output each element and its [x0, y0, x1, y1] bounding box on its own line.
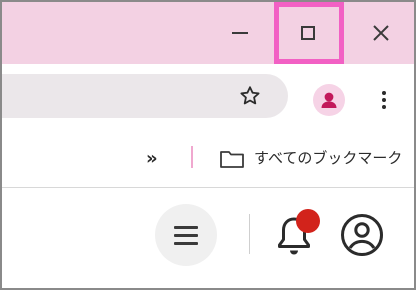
toolbar-background [2, 64, 414, 128]
minimize-icon [232, 32, 248, 34]
account-button[interactable] [340, 213, 384, 261]
profile-button[interactable] [313, 84, 345, 116]
minimize-button[interactable] [208, 2, 272, 64]
browser-menu-button[interactable] [370, 84, 398, 116]
menu-button[interactable] [155, 204, 217, 266]
account-circle-icon [341, 214, 383, 256]
star-icon [240, 86, 260, 105]
address-bar[interactable] [2, 74, 288, 118]
toolbar [2, 64, 414, 128]
hamburger-icon [174, 241, 198, 245]
browser-window: » すべてのブックマーク [0, 0, 416, 290]
notification-badge [296, 209, 320, 233]
vertical-dots-icon [382, 98, 386, 102]
close-icon [373, 25, 389, 41]
profile-icon [321, 92, 337, 108]
folder-icon [220, 151, 244, 168]
close-button[interactable] [348, 2, 414, 64]
vertical-dots-icon [382, 91, 386, 95]
bookmarks-overflow-button[interactable]: » [146, 148, 158, 169]
hamburger-icon [174, 225, 198, 229]
maximize-icon [301, 26, 315, 40]
content-separator [249, 214, 250, 254]
all-bookmarks-label[interactable]: すべてのブックマーク [254, 147, 402, 168]
bookmark-star-button[interactable] [236, 84, 264, 108]
bookmarks-bar: » すべてのブックマーク [2, 128, 414, 188]
hamburger-icon [174, 233, 198, 237]
title-bar [2, 2, 414, 64]
vertical-dots-icon [382, 105, 386, 109]
maximize-button[interactable] [274, 2, 342, 64]
page-content [2, 189, 414, 288]
all-bookmarks-folder-icon[interactable] [219, 149, 245, 173]
bookmarks-separator [191, 146, 193, 168]
